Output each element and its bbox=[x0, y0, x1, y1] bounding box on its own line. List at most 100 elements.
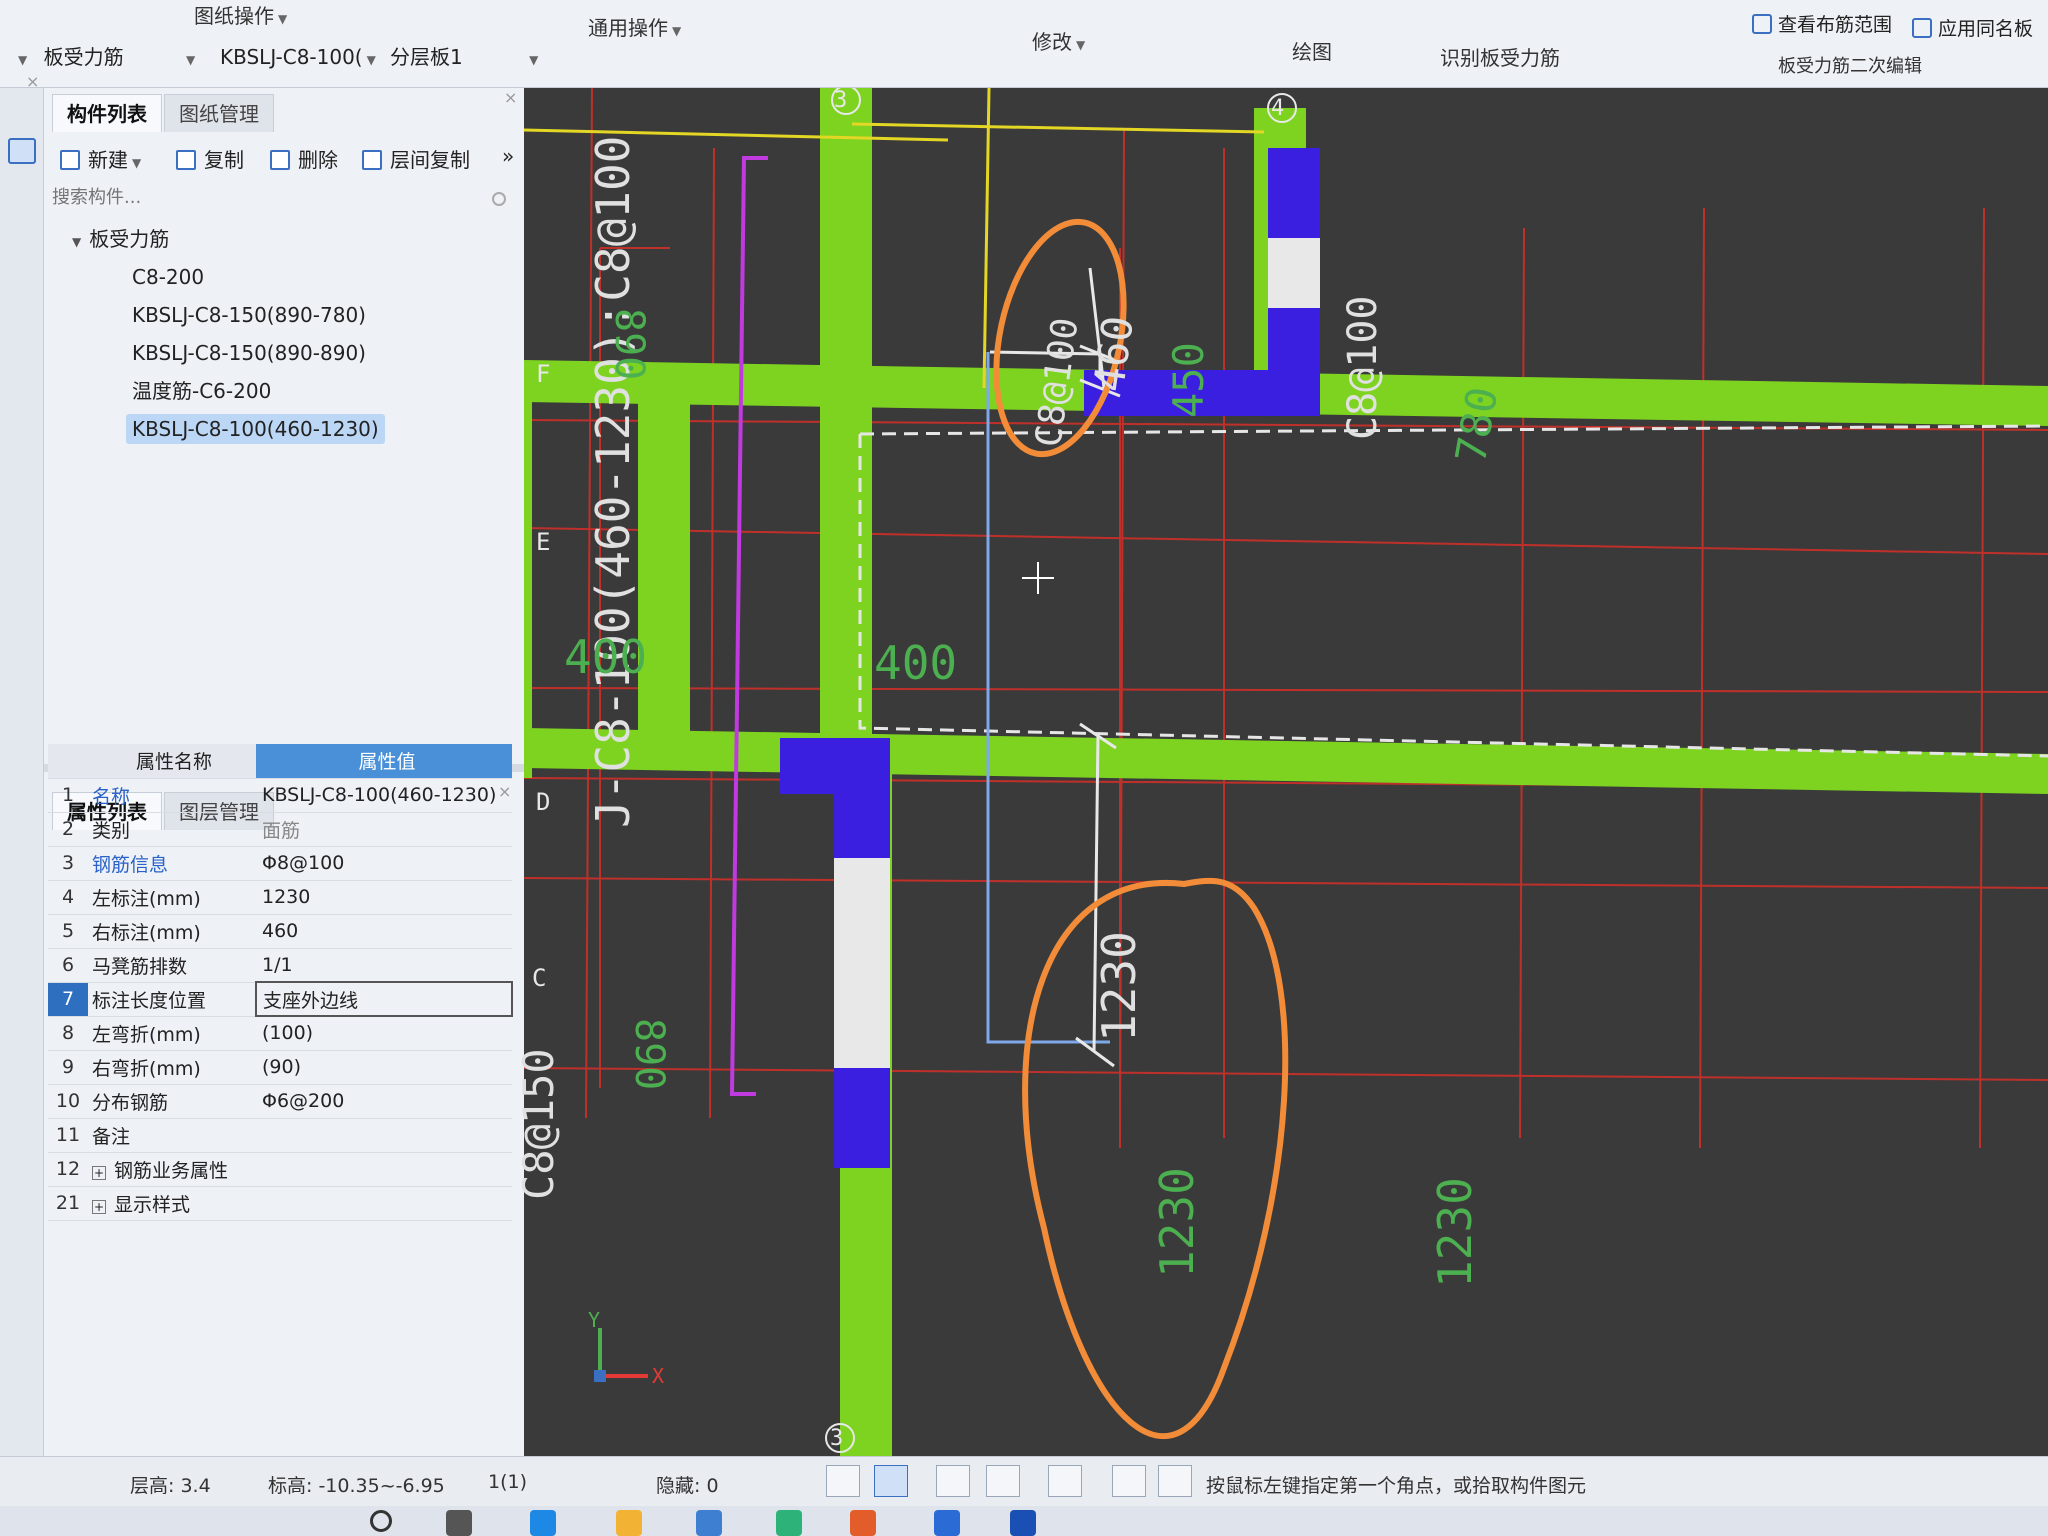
browser-icon[interactable] bbox=[530, 1510, 556, 1536]
more-icon[interactable]: » bbox=[502, 144, 514, 168]
property-value[interactable]: 1230 bbox=[256, 880, 512, 915]
search-input[interactable] bbox=[52, 182, 512, 212]
support-blue bbox=[780, 738, 840, 794]
row-num: 11 bbox=[48, 1118, 88, 1153]
component-toolbar: 新建 ▼ 复制 删除 层间复制 » bbox=[52, 138, 520, 178]
folder-icon[interactable] bbox=[616, 1510, 642, 1536]
green-dim-1230: 1230 bbox=[1150, 1167, 1204, 1278]
left-strip: × bbox=[0, 72, 44, 1456]
property-name: 名称 bbox=[88, 778, 256, 813]
elevation: 标高: -10.35~-6.95 bbox=[268, 1475, 445, 1497]
property-value-editor[interactable]: 支座外边线 bbox=[255, 981, 513, 1017]
app-icon[interactable] bbox=[934, 1510, 960, 1536]
property-group[interactable]: + 钢筋业务属性 bbox=[88, 1152, 512, 1187]
close-icon[interactable]: × bbox=[26, 72, 39, 91]
slab-edge bbox=[858, 434, 2048, 758]
property-value[interactable]: 1/1 bbox=[256, 948, 512, 983]
edge-icon[interactable] bbox=[776, 1510, 802, 1536]
property-row[interactable]: 4 左标注(mm) 1230 bbox=[48, 880, 512, 915]
property-row-group[interactable]: 21 + 显示样式 bbox=[48, 1186, 512, 1221]
drawing-ops-group[interactable]: 图纸操作 ▼ bbox=[194, 0, 287, 29]
layer-dropdown[interactable]: 分层板1 ▼ bbox=[390, 42, 538, 72]
tree-item-selected[interactable]: KBSLJ-C8-100(460-1230) bbox=[52, 410, 520, 448]
property-row[interactable]: 1 名称 KBSLJ-C8-100(460-1230) bbox=[48, 778, 512, 813]
task-view-icon[interactable] bbox=[446, 1510, 472, 1536]
chrome-icon[interactable] bbox=[850, 1510, 876, 1536]
property-value[interactable]: 460 bbox=[256, 914, 512, 949]
property-row[interactable]: 2 类别 面筋 bbox=[48, 812, 512, 847]
tree-item-label: KBSLJ-C8-150(890-780) bbox=[132, 303, 366, 327]
dimension-button[interactable] bbox=[1048, 1465, 1082, 1497]
draw-group: 绘图 bbox=[1292, 36, 1332, 65]
cross-button[interactable] bbox=[936, 1465, 970, 1497]
search-icon[interactable] bbox=[370, 1510, 392, 1532]
property-name: 左弯折(mm) bbox=[88, 1016, 256, 1051]
new-label: 新建 bbox=[88, 148, 128, 172]
property-value[interactable]: 面筋 bbox=[256, 812, 512, 847]
property-value[interactable]: Φ6@200 bbox=[256, 1084, 512, 1119]
expand-plus-icon[interactable]: + bbox=[92, 1199, 106, 1214]
property-value[interactable]: (90) bbox=[256, 1050, 512, 1085]
row-num: 4 bbox=[48, 880, 88, 915]
tree-item[interactable]: 温度筋-C6-200 bbox=[52, 372, 520, 410]
collapse-arrow-icon[interactable]: ▼ bbox=[72, 223, 81, 261]
axis-x-label: X bbox=[652, 1364, 665, 1388]
property-value[interactable] bbox=[256, 1118, 512, 1153]
property-value[interactable]: Φ8@100 bbox=[256, 846, 512, 881]
property-row[interactable]: 5 右标注(mm) 460 bbox=[48, 914, 512, 949]
tree-root[interactable]: ▼ 板受力筋 bbox=[52, 220, 520, 258]
property-row[interactable]: 10 分布钢筋 Φ6@200 bbox=[48, 1084, 512, 1119]
property-row[interactable]: 3 钢筋信息 Φ8@100 bbox=[48, 846, 512, 881]
row-num: 9 bbox=[48, 1050, 88, 1085]
view-range-icon bbox=[1752, 14, 1772, 34]
drawing-canvas[interactable]: 3 4 3 F E D C J-C8-100(460-1230):C8@100 … bbox=[514, 88, 2048, 1456]
floor-copy-label: 层间复制 bbox=[390, 148, 470, 172]
expand-plus-icon[interactable]: + bbox=[92, 1165, 106, 1180]
property-group-label: 显示样式 bbox=[114, 1193, 191, 1216]
delete-label: 删除 bbox=[298, 148, 338, 172]
property-row[interactable]: 8 左弯折(mm) (100) bbox=[48, 1016, 512, 1051]
property-value[interactable]: (100) bbox=[256, 1016, 512, 1051]
property-value[interactable]: KBSLJ-C8-100(460-1230) bbox=[256, 778, 512, 813]
tree-item[interactable]: KBSLJ-C8-150(890-780) bbox=[52, 296, 520, 334]
tree-item[interactable]: C8-200 bbox=[52, 258, 520, 296]
axis-line-d bbox=[524, 877, 2048, 889]
angle-button[interactable] bbox=[986, 1465, 1020, 1497]
app-icon[interactable] bbox=[1010, 1510, 1036, 1536]
apply-same-label: 应用同名板 bbox=[1938, 18, 2034, 40]
floor-height: 层高: 3.4 bbox=[130, 1475, 211, 1497]
property-group[interactable]: + 显示样式 bbox=[88, 1186, 512, 1221]
apply-same-button[interactable]: 应用同名板 bbox=[1912, 14, 2033, 41]
property-row[interactable]: 6 马凳筋排数 1/1 bbox=[48, 948, 512, 983]
type-dropdown[interactable]: ▼ 板受力筋 ▼ bbox=[14, 42, 195, 72]
chevron-down-icon: ▼ bbox=[185, 53, 196, 67]
general-ops-group[interactable]: 通用操作 ▼ bbox=[588, 12, 681, 41]
snap-button[interactable] bbox=[874, 1465, 908, 1497]
close-icon[interactable]: × bbox=[504, 88, 517, 107]
floor-copy-button[interactable]: 层间复制 bbox=[362, 144, 470, 173]
new-button[interactable]: 新建 ▼ bbox=[60, 144, 141, 173]
property-row[interactable]: 9 右弯折(mm) (90) bbox=[48, 1050, 512, 1085]
display-button[interactable] bbox=[1112, 1465, 1146, 1497]
property-name: 分布钢筋 bbox=[88, 1084, 256, 1119]
view-range-button[interactable]: 查看布筋范围 bbox=[1752, 10, 1892, 37]
app-icon[interactable] bbox=[696, 1510, 722, 1536]
row-num: 10 bbox=[48, 1084, 88, 1119]
secondary-edit-label: 板受力筋二次编辑 bbox=[1778, 56, 1922, 77]
tab-component-list[interactable]: 构件列表 bbox=[52, 94, 162, 132]
property-row-group[interactable]: 12 + 钢筋业务属性 bbox=[48, 1152, 512, 1187]
chevron-down-icon: ▼ bbox=[18, 53, 28, 67]
property-row[interactable]: 11 备注 bbox=[48, 1118, 512, 1153]
search-icon[interactable] bbox=[492, 192, 506, 206]
component-dropdown[interactable]: KBSLJ-C8-100(▼ bbox=[220, 42, 376, 72]
component-list-icon[interactable] bbox=[8, 138, 36, 164]
copy-button[interactable]: 复制 bbox=[176, 144, 244, 173]
tree-item[interactable]: KBSLJ-C8-150(890-890) bbox=[52, 334, 520, 372]
component-tree: ▼ 板受力筋 C8-200 KBSLJ-C8-150(890-780) KBSLJ… bbox=[52, 220, 520, 448]
property-row-selected[interactable]: 7 标注长度位置 支座外边线 bbox=[48, 981, 513, 1017]
modify-group[interactable]: 修改 ▼ bbox=[1032, 26, 1085, 55]
ortho-button[interactable] bbox=[826, 1465, 860, 1497]
tab-drawing-management[interactable]: 图纸管理 bbox=[164, 94, 274, 132]
arc-button[interactable] bbox=[1158, 1465, 1192, 1497]
delete-button[interactable]: 删除 bbox=[270, 144, 338, 173]
